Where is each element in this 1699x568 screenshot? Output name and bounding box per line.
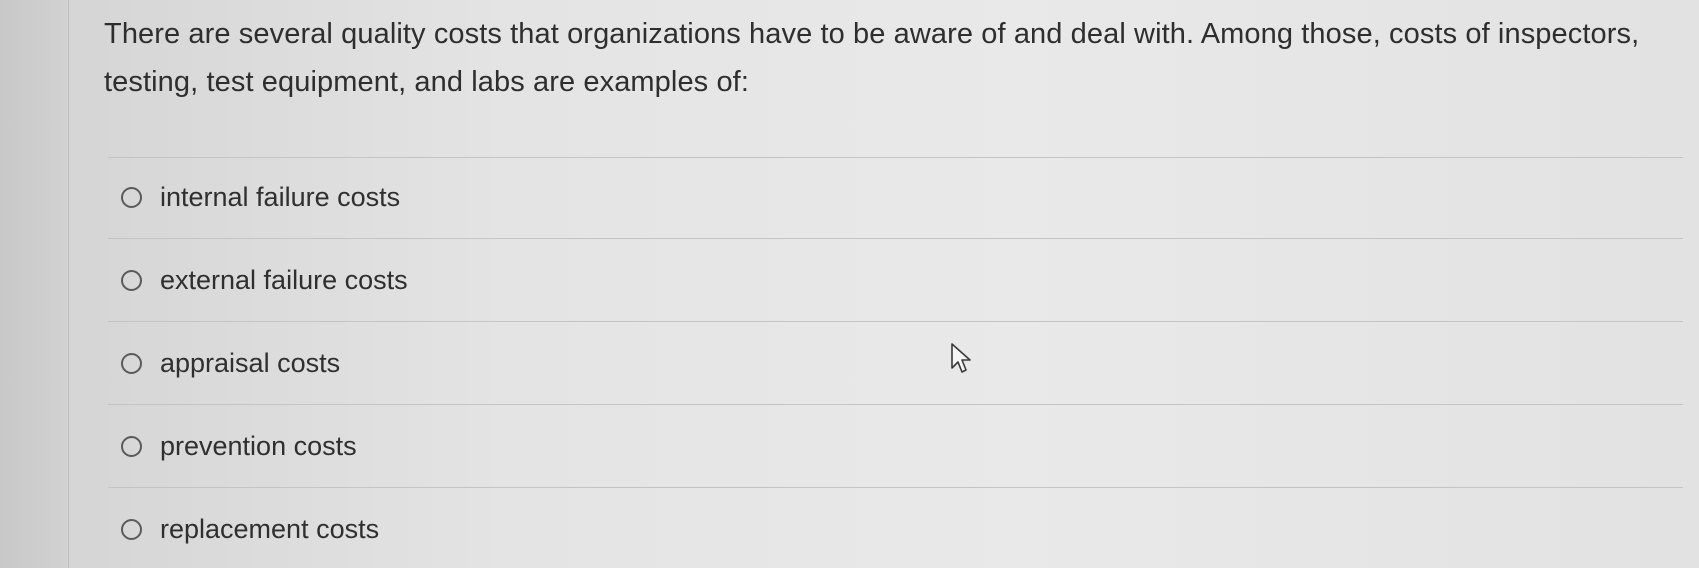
quiz-page: There are several quality costs that org… bbox=[0, 0, 1699, 568]
option-label: internal failure costs bbox=[160, 181, 401, 212]
option-label: external failure costs bbox=[160, 264, 408, 295]
option-external-failure-costs[interactable]: external failure costs bbox=[108, 239, 1683, 322]
arrow-cursor-icon bbox=[951, 343, 971, 373]
radio-unchecked-icon[interactable] bbox=[121, 435, 142, 457]
option-label: appraisal costs bbox=[160, 347, 341, 378]
option-appraisal-costs[interactable]: appraisal costs bbox=[108, 322, 1683, 405]
question-text: There are several quality costs that org… bbox=[104, 18, 1640, 98]
option-label: replacement costs bbox=[160, 513, 380, 544]
radio-unchecked-icon[interactable] bbox=[121, 352, 142, 374]
option-prevention-costs[interactable]: prevention costs bbox=[108, 405, 1683, 488]
answer-options: internal failure costs external failure … bbox=[108, 156, 1683, 568]
radio-unchecked-icon[interactable] bbox=[121, 518, 142, 540]
left-margin bbox=[0, 0, 69, 568]
radio-unchecked-icon[interactable] bbox=[121, 269, 142, 291]
radio-unchecked-icon[interactable] bbox=[121, 186, 142, 208]
option-label: prevention costs bbox=[160, 430, 357, 461]
option-internal-failure-costs[interactable]: internal failure costs bbox=[108, 156, 1683, 239]
option-replacement-costs[interactable]: replacement costs bbox=[108, 488, 1683, 568]
